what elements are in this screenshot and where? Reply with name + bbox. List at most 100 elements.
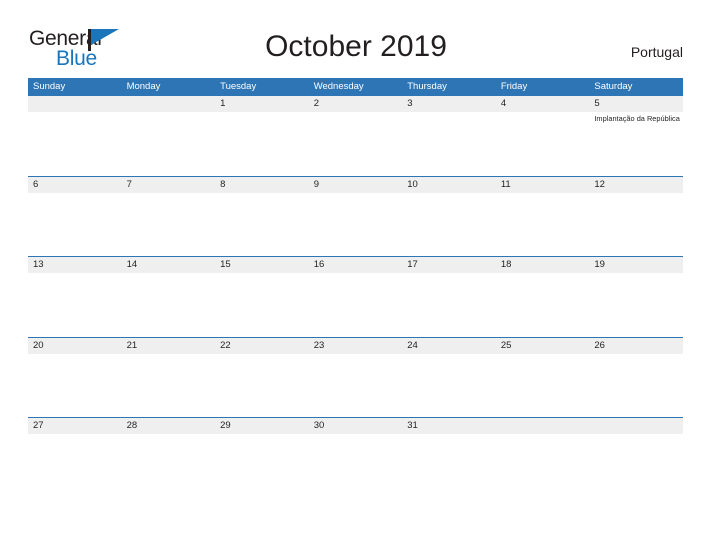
day-cell[interactable] [28,96,122,112]
day-cell[interactable]: 28 [122,418,216,434]
day-cell[interactable]: 16 [309,257,403,273]
week-events-strip [28,192,683,256]
event-cell[interactable]: Implantação da República [589,112,683,175]
event-cell[interactable] [215,354,309,417]
day-cell[interactable]: 9 [309,177,403,193]
day-cell[interactable]: 3 [402,96,496,112]
week-date-strip: 27 28 29 30 31 [28,418,683,435]
event-cell[interactable] [589,273,683,336]
date-number: 3 [407,98,413,109]
event-cell[interactable] [215,273,309,336]
date-number: 10 [407,178,418,190]
day-cell[interactable]: 31 [402,418,496,434]
event-cell[interactable] [402,193,496,256]
page-header: General Blue October 2019 Portugal [0,0,712,78]
date-number: 30 [313,420,325,432]
dow-wednesday: Wednesday [313,81,364,92]
event-cell[interactable] [309,354,403,417]
day-cell[interactable] [122,96,216,112]
day-cell[interactable]: 27 [28,418,122,434]
event-cell[interactable] [122,112,216,175]
dow-thursday: Thursday [407,81,447,92]
week-date-strip: 20 21 22 23 24 25 26 [28,337,683,354]
event-cell[interactable] [215,434,309,497]
date-number: 1 [220,98,226,109]
date-number: 11 [500,178,511,190]
event-cell[interactable] [589,193,683,256]
event-cell[interactable] [28,354,122,417]
date-number: 8 [220,178,226,190]
event-cell[interactable] [28,434,122,497]
day-cell[interactable]: 14 [122,257,216,273]
day-cell[interactable]: 11 [496,177,590,193]
day-cell[interactable]: 7 [122,177,216,193]
day-cell[interactable]: 29 [215,418,309,434]
day-cell[interactable]: 30 [309,418,403,434]
event-cell[interactable] [309,193,403,256]
day-cell[interactable]: 2 [309,96,403,112]
day-cell[interactable]: 10 [402,177,496,193]
holiday-text: Implantação da República [594,114,680,123]
day-cell[interactable]: 26 [589,338,683,354]
event-cell[interactable] [309,112,403,175]
event-cell[interactable] [589,434,683,497]
day-cell[interactable]: 24 [402,338,496,354]
country-label: Portugal [630,44,683,60]
day-cell[interactable]: 20 [28,338,122,354]
date-number: 17 [407,259,418,271]
day-cell[interactable]: 15 [215,257,309,273]
event-cell[interactable] [215,193,309,256]
dow-friday: Friday [500,81,528,92]
day-cell[interactable] [496,418,590,434]
event-cell[interactable] [28,112,122,175]
day-cell[interactable]: 23 [309,338,403,354]
week-row: 6 7 8 9 10 11 12 [28,175,683,257]
event-cell[interactable] [122,434,216,497]
date-number: 24 [407,339,418,351]
event-cell[interactable] [402,273,496,336]
calendar-grid: Sunday Monday Tuesday Wednesday Thursday… [28,78,683,498]
event-cell[interactable] [496,112,590,175]
event-cell[interactable] [402,354,496,417]
event-cell[interactable] [496,354,590,417]
event-cell[interactable] [309,273,403,336]
date-number: 7 [126,178,132,190]
event-cell[interactable] [496,193,590,256]
day-cell[interactable]: 17 [402,257,496,273]
event-cell[interactable] [402,112,496,175]
day-cell[interactable]: 1 [215,96,309,112]
event-cell[interactable] [589,354,683,417]
day-cell[interactable]: 25 [496,338,590,354]
dow-tuesday: Tuesday [220,81,257,92]
event-cell[interactable] [496,434,590,497]
event-cell[interactable] [122,273,216,336]
event-cell[interactable] [28,273,122,336]
date-number: 2 [313,98,319,109]
date-number [122,96,216,112]
event-cell[interactable] [402,434,496,497]
week-events-strip [28,353,683,417]
day-cell[interactable]: 22 [215,338,309,354]
day-cell[interactable]: 12 [589,177,683,193]
day-cell[interactable]: 5 [589,96,683,112]
day-cell[interactable]: 19 [589,257,683,273]
event-cell[interactable] [496,273,590,336]
day-cell[interactable]: 18 [496,257,590,273]
week-events-strip [28,434,683,498]
event-cell[interactable] [122,354,216,417]
date-number: 28 [126,420,138,432]
day-cell[interactable]: 4 [496,96,590,112]
day-cell[interactable]: 21 [122,338,216,354]
day-cell[interactable]: 6 [28,177,122,193]
date-number: 14 [126,259,138,271]
event-cell[interactable] [122,193,216,256]
week-row: 1 2 3 4 5 Implantação da República [28,95,683,176]
event-cell[interactable] [309,434,403,497]
day-cell[interactable]: 13 [28,257,122,273]
week-row: 27 28 29 30 31 [28,417,683,498]
event-cell[interactable] [215,112,309,175]
day-of-week-header: Sunday Monday Tuesday Wednesday Thursday… [28,78,683,95]
event-cell[interactable] [28,193,122,256]
day-cell[interactable] [589,418,683,434]
day-cell[interactable]: 8 [215,177,309,193]
